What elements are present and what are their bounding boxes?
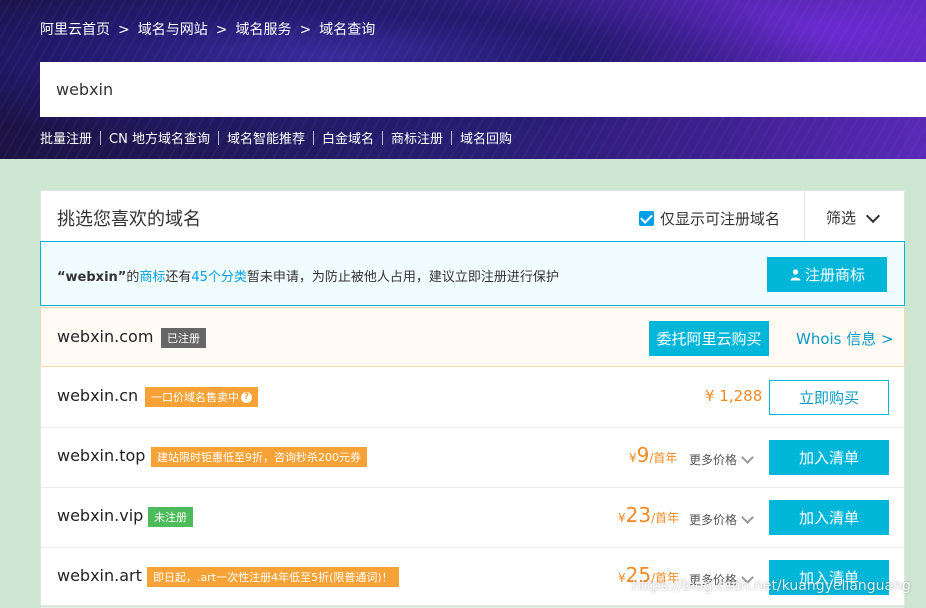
results-header: 挑选您喜欢的域名 仅显示可注册域名 筛选 [41,191,904,242]
breadcrumb-home[interactable]: 阿里云首页 [40,22,110,38]
trademark-notice-text: “webxin”的商标还有45个分类暂未申请，为防止被他人占用，建议立即注册进行… [57,270,559,285]
domain-row-com: webxin.com 已注册 委托阿里云购买 Whois 信息 > [40,307,905,367]
domain-row-vip: webxin.vip 未注册 ¥23/首年 更多价格 加入清单 [41,487,904,548]
breadcrumb: 阿里云首页 > 域名与网站 > 域名服务 > 域名查询 [40,22,376,38]
price: ¥9/首年 [629,443,678,467]
add-to-list-button[interactable]: 加入清单 [769,440,889,475]
breadcrumb-domain-query[interactable]: 域名查询 [319,22,375,38]
watermark: https://blog.csdn.net/kuangyelianguang [632,578,911,594]
quick-link-buyback[interactable]: 域名回购 [460,128,512,147]
trademark-notice: “webxin”的商标还有45个分类暂未申请，为防止被他人占用，建议立即注册进行… [40,241,905,306]
hero-banner: 阿里云首页>域名与网站>域名服务>域名查询 批量注册 CN 地方域名查询 域名智… [0,0,926,159]
filter-label: 筛选 [826,209,857,227]
quick-link-trademark[interactable]: 商标注册 [391,128,443,147]
checkbox-checked-icon[interactable] [639,211,654,226]
entrust-buy-button[interactable]: 委托阿里云购买 [649,321,769,356]
add-to-list-button[interactable]: 加入清单 [769,500,889,535]
results-panel: 挑选您喜欢的域名 仅显示可注册域名 筛选 “webxin”的商标还有45个分类暂… [40,190,905,608]
status-badge-fixed-price: 一口价域名售卖中? [145,387,258,407]
breadcrumb-domain-website[interactable]: 域名与网站 [138,22,208,38]
promo-badge: 即日起，.art一次性注册4年低至5折(限普通词)！ [147,567,399,587]
question-icon[interactable]: ? [241,391,252,403]
domain-name: webxin.vip [57,506,144,525]
chevron-down-icon [741,450,754,464]
more-prices-dropdown[interactable]: 更多价格 [689,450,754,468]
user-icon [790,269,801,281]
domain-name: webxin.com [57,327,154,346]
quick-links: 批量注册 CN 地方域名查询 域名智能推荐 白金域名 商标注册 域名回购 [40,128,512,147]
trademark-link[interactable]: 商标 [139,270,165,285]
status-badge-registered: 已注册 [161,328,206,348]
domain-row-cn: webxin.cn 一口价域名售卖中? ¥ 1,288 立即购买 [41,367,904,428]
domain-name: webxin.art [57,566,142,585]
domain-name: webxin.top [57,446,146,465]
promo-badge: 建站限时钜惠低至9折，咨询秒杀200元券 [151,447,367,467]
results-title: 挑选您喜欢的域名 [57,209,201,230]
only-available-label: 仅显示可注册域名 [660,210,781,228]
chevron-down-icon [865,208,881,223]
price: ¥23/首年 [618,503,680,527]
only-available-toggle[interactable]: 仅显示可注册域名 [639,208,780,229]
price: ¥ 1,288 [705,387,763,405]
quick-link-platinum[interactable]: 白金域名 [322,128,374,147]
buy-now-button[interactable]: 立即购买 [769,380,889,415]
whois-link[interactable]: Whois 信息 > [796,328,894,349]
filter-dropdown[interactable]: 筛选 [826,207,881,228]
more-prices-dropdown[interactable]: 更多价格 [689,510,754,528]
trademark-classes-link[interactable]: 45个分类 [191,270,247,285]
domain-row-top: webxin.top 建站限时钜惠低至9折，咨询秒杀200元券 ¥9/首年 更多… [41,427,904,488]
quick-link-bulk-register[interactable]: 批量注册 [40,128,92,147]
domain-name: webxin.cn [57,386,139,405]
domain-search-input[interactable] [40,62,926,117]
quick-link-smart-recommend[interactable]: 域名智能推荐 [227,128,305,147]
status-badge-unregistered: 未注册 [148,507,193,527]
quick-link-cn-local[interactable]: CN 地方域名查询 [109,128,210,147]
chevron-down-icon [741,510,754,524]
register-trademark-button[interactable]: 注册商标 [767,257,887,292]
breadcrumb-domain-service[interactable]: 域名服务 [235,22,291,38]
